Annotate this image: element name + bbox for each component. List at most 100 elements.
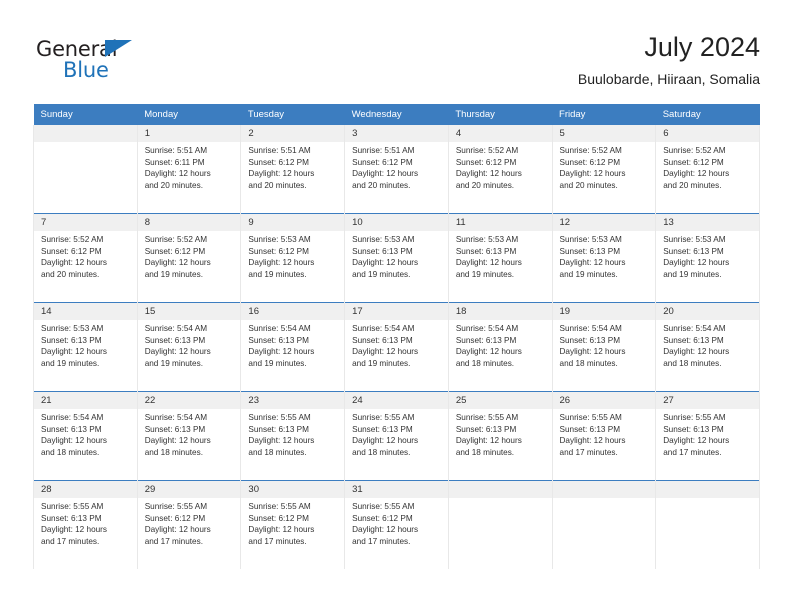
calendar-cell-day[interactable]: 17 Sunrise: 5:54 AM Sunset: 6:13 PM Dayligh… [344, 302, 449, 392]
day-sunrise-text: Sunrise: 5:52 AM [663, 146, 726, 155]
day-daylight-text: Daylight: 12 hours [144, 436, 211, 446]
calendar-cell-inner: 25 Sunrise: 5:55 AM Sunset: 6:13 PM Dayligh… [448, 392, 552, 480]
day-daylight-text: Daylight: 12 hours [352, 169, 419, 179]
day-sunset-text: Sunset: 6:13 PM [455, 335, 517, 345]
calendar-cell-day[interactable]: 5 Sunrise: 5:52 AM Sunset: 6:12 PM Daylight… [551, 125, 657, 214]
day-sunrise-text: Sunrise: 5:54 AM [663, 324, 726, 333]
calendar-page: General Blue July 2024 Buulobarde, Hiira… [0, 0, 792, 612]
calendar-cell-inner: 9 Sunrise: 5:53 AM Sunset: 6:12 PM Daylight… [241, 214, 345, 302]
day-daylight-text: Daylight: 12 hours [41, 525, 107, 535]
calendar-cell-day[interactable]: 8 Sunrise: 5:52 AM Sunset: 6:12 PM Daylight… [136, 213, 242, 303]
day-sunrise-text: Sunrise: 5:55 AM [248, 502, 311, 511]
day-details: Sunrise: 5:53 AM Sunset: 6:13 PM Daylight:… [345, 231, 448, 280]
day-daylight-text: Daylight: 12 hours [455, 436, 522, 446]
day-sunrise-text: Sunrise: 5:53 AM [248, 235, 311, 244]
day-number: 18 [448, 303, 552, 320]
calendar-cell-day[interactable]: 11 Sunrise: 5:53 AM Sunset: 6:13 PM Dayligh… [447, 213, 553, 303]
day-sunset-text: Sunset: 6:12 PM [248, 157, 309, 167]
calendar-cell-day[interactable]: 15 Sunrise: 5:54 AM Sunset: 6:13 PM Dayligh… [136, 302, 242, 392]
day-number: 17 [345, 303, 448, 320]
day-number: 1 [137, 125, 241, 142]
calendar-cell-day[interactable]: 27 Sunrise: 5:55 AM Sunset: 6:13 PM Dayligh… [655, 391, 760, 481]
day-sunset-text: Sunset: 6:12 PM [144, 246, 206, 256]
day-details: Sunrise: 5:54 AM Sunset: 6:13 PM Daylight:… [34, 409, 137, 458]
day-details: Sunrise: 5:53 AM Sunset: 6:13 PM Daylight:… [656, 231, 759, 280]
day-sunset-text: Sunset: 6:13 PM [455, 424, 517, 434]
day-daylight-text: and 19 minutes. [248, 269, 307, 279]
calendar-cell-day[interactable]: 23 Sunrise: 5:55 AM Sunset: 6:13 PM Dayligh… [240, 391, 346, 481]
day-sunset-text: Sunset: 6:13 PM [144, 424, 206, 434]
day-sunset-text: Sunset: 6:12 PM [144, 513, 206, 523]
day-sunset-text: Sunset: 6:12 PM [352, 157, 413, 167]
calendar-cell-inner: 6 Sunrise: 5:52 AM Sunset: 6:12 PM Daylight… [656, 125, 759, 213]
day-number [656, 481, 759, 498]
calendar-cell-inner: 17 Sunrise: 5:54 AM Sunset: 6:13 PM Dayligh… [345, 303, 448, 391]
calendar-cell-day[interactable]: 18 Sunrise: 5:54 AM Sunset: 6:13 PM Dayligh… [447, 302, 553, 392]
day-daylight-text: Daylight: 12 hours [144, 525, 211, 535]
day-sunset-text: Sunset: 6:13 PM [41, 424, 102, 434]
title-block: July 2024 Buulobarde, Hiiraan, Somalia [578, 30, 760, 90]
calendar-week-row: 1 Sunrise: 5:51 AM Sunset: 6:11 PM Daylight… [33, 125, 760, 214]
day-number: 31 [345, 481, 448, 498]
weekday-header-friday: Friday [552, 104, 656, 125]
day-sunset-text: Sunset: 6:13 PM [352, 335, 413, 345]
calendar-cell-day[interactable]: 2 Sunrise: 5:51 AM Sunset: 6:12 PM Daylight… [240, 125, 346, 214]
day-number: 10 [345, 214, 448, 231]
day-number: 25 [448, 392, 552, 409]
day-number: 2 [241, 125, 345, 142]
day-sunrise-text: Sunrise: 5:55 AM [455, 413, 519, 422]
calendar-cell-day[interactable]: 6 Sunrise: 5:52 AM Sunset: 6:12 PM Daylight… [655, 125, 760, 214]
calendar-cell-inner: 26 Sunrise: 5:55 AM Sunset: 6:13 PM Dayligh… [552, 392, 656, 480]
calendar-cell-day[interactable]: 16 Sunrise: 5:54 AM Sunset: 6:13 PM Dayligh… [240, 302, 346, 392]
general-blue-logo[interactable]: General Blue [36, 37, 166, 85]
calendar-cell-day[interactable]: 25 Sunrise: 5:55 AM Sunset: 6:13 PM Dayligh… [447, 391, 553, 481]
calendar-cell-day[interactable]: 3 Sunrise: 5:51 AM Sunset: 6:12 PM Daylight… [344, 125, 449, 214]
weekday-header-monday: Monday [137, 104, 241, 125]
day-sunset-text: Sunset: 6:13 PM [248, 424, 309, 434]
day-number [552, 481, 656, 498]
calendar-cell-day[interactable]: 31 Sunrise: 5:55 AM Sunset: 6:12 PM Dayligh… [344, 480, 449, 569]
calendar-cell-day[interactable]: 4 Sunrise: 5:52 AM Sunset: 6:12 PM Daylight… [447, 125, 553, 214]
day-details: Sunrise: 5:51 AM Sunset: 6:12 PM Daylight:… [241, 142, 344, 191]
page-header: General Blue July 2024 Buulobarde, Hiira… [33, 30, 760, 98]
calendar-cell-day[interactable]: 20 Sunrise: 5:54 AM Sunset: 6:13 PM Dayligh… [655, 302, 760, 392]
day-sunrise-text: Sunrise: 5:55 AM [663, 413, 726, 422]
day-sunset-text: Sunset: 6:13 PM [559, 246, 621, 256]
calendar-cell-day[interactable]: 22 Sunrise: 5:54 AM Sunset: 6:13 PM Dayligh… [136, 391, 242, 481]
day-sunset-text: Sunset: 6:13 PM [663, 246, 724, 256]
day-number: 29 [137, 481, 241, 498]
day-details: Sunrise: 5:55 AM Sunset: 6:12 PM Daylight:… [138, 498, 241, 547]
calendar-cell-day[interactable]: 26 Sunrise: 5:55 AM Sunset: 6:13 PM Dayligh… [551, 391, 657, 481]
day-daylight-text: Daylight: 12 hours [352, 258, 419, 268]
calendar-cell-day[interactable]: 12 Sunrise: 5:53 AM Sunset: 6:13 PM Dayligh… [551, 213, 657, 303]
day-sunset-text: Sunset: 6:13 PM [559, 424, 621, 434]
day-details: Sunrise: 5:51 AM Sunset: 6:11 PM Daylight:… [138, 142, 241, 191]
calendar-cell-day[interactable]: 24 Sunrise: 5:55 AM Sunset: 6:13 PM Dayligh… [344, 391, 449, 481]
day-daylight-text: and 19 minutes. [559, 269, 618, 279]
calendar-cell-day[interactable]: 19 Sunrise: 5:54 AM Sunset: 6:13 PM Dayligh… [551, 302, 657, 392]
day-daylight-text: and 17 minutes. [41, 536, 100, 546]
day-daylight-text: and 19 minutes. [455, 269, 515, 279]
day-details: Sunrise: 5:54 AM Sunset: 6:13 PM Daylight:… [553, 320, 656, 369]
calendar-cell-day[interactable]: 29 Sunrise: 5:55 AM Sunset: 6:12 PM Dayligh… [136, 480, 242, 569]
calendar-cell-inner: 13 Sunrise: 5:53 AM Sunset: 6:13 PM Dayligh… [656, 214, 759, 302]
calendar-cell-inner: 24 Sunrise: 5:55 AM Sunset: 6:13 PM Dayligh… [345, 392, 448, 480]
calendar-week-row: 21 Sunrise: 5:54 AM Sunset: 6:13 PM Dayligh… [33, 391, 760, 481]
calendar-cell-day[interactable]: 9 Sunrise: 5:53 AM Sunset: 6:12 PM Daylight… [240, 213, 346, 303]
calendar-cell-inner: 22 Sunrise: 5:54 AM Sunset: 6:13 PM Dayligh… [137, 392, 241, 480]
day-sunrise-text: Sunrise: 5:55 AM [559, 413, 622, 422]
calendar-cell-day[interactable]: 10 Sunrise: 5:53 AM Sunset: 6:13 PM Dayligh… [344, 213, 449, 303]
calendar-cell-day[interactable]: 7 Sunrise: 5:52 AM Sunset: 6:12 PM Daylight… [33, 213, 138, 303]
calendar-cell-day[interactable]: 1 Sunrise: 5:51 AM Sunset: 6:11 PM Daylight… [136, 125, 242, 214]
day-daylight-text: Daylight: 12 hours [352, 525, 419, 535]
calendar-cell-day[interactable]: 13 Sunrise: 5:53 AM Sunset: 6:13 PM Dayligh… [655, 213, 760, 303]
calendar-cell-inner: 10 Sunrise: 5:53 AM Sunset: 6:13 PM Dayligh… [345, 214, 448, 302]
calendar-cell-day[interactable]: 21 Sunrise: 5:54 AM Sunset: 6:13 PM Dayligh… [33, 391, 138, 481]
calendar-cell-inner: 5 Sunrise: 5:52 AM Sunset: 6:12 PM Daylight… [552, 125, 656, 213]
calendar-cell-day[interactable]: 14 Sunrise: 5:53 AM Sunset: 6:13 PM Dayligh… [33, 302, 138, 392]
calendar-cell-day[interactable]: 30 Sunrise: 5:55 AM Sunset: 6:12 PM Dayligh… [240, 480, 346, 569]
day-daylight-text: Daylight: 12 hours [455, 169, 522, 179]
day-sunset-text: Sunset: 6:12 PM [559, 157, 621, 167]
calendar-cell-day[interactable]: 28 Sunrise: 5:55 AM Sunset: 6:13 PM Dayligh… [33, 480, 138, 569]
day-details: Sunrise: 5:55 AM Sunset: 6:12 PM Daylight:… [345, 498, 448, 547]
